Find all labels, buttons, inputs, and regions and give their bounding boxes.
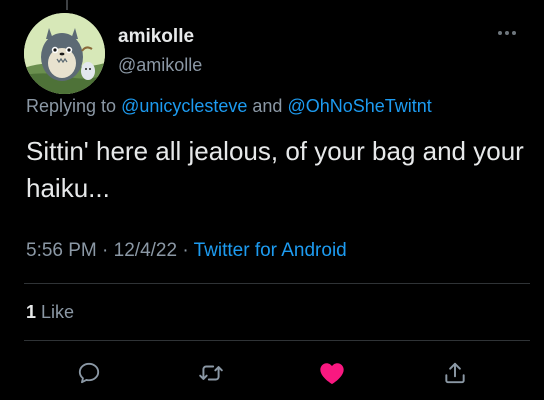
like-button[interactable] [315,356,349,390]
meta-separator: · [177,240,194,261]
like-count-link[interactable]: 1 Like [26,302,74,323]
tweet-time[interactable]: 5:56 PM [26,240,97,261]
retweet-button[interactable] [194,356,228,390]
thread-connector-line [66,0,68,10]
tweet-source-link[interactable]: Twitter for Android [194,240,347,261]
replying-to-line: Replying to @unicyclesteve and @OhNoSheT… [26,96,432,117]
tweet-metadata: 5:56 PM · 12/4/22 · Twitter for Android [26,240,347,262]
divider [24,283,530,284]
like-label: Like [36,302,75,322]
divider [24,340,530,341]
share-upload-icon [445,362,465,384]
mention-link-ohnoshetwitnt[interactable]: @OhNoSheTwitnt [287,96,431,116]
tweet-date[interactable]: 12/4/22 [114,240,177,261]
user-handle[interactable]: @amikolle [118,55,202,76]
mention-link-unicyclesteve[interactable]: @unicyclesteve [121,96,247,116]
reply-bubble-icon [78,362,100,384]
display-name[interactable]: amikolle [118,26,194,48]
like-count: 1 [26,302,37,322]
heart-filled-icon [320,363,344,385]
avatar-image [24,13,105,94]
replying-joiner: and [247,96,288,116]
more-options-icon[interactable] [493,24,521,42]
avatar[interactable] [24,13,105,94]
reply-button[interactable] [72,356,106,390]
share-button[interactable] [438,356,472,390]
meta-separator: · [96,240,114,261]
replying-to-label: Replying to [26,96,122,116]
retweet-arrows-icon [199,365,223,381]
tweet-text: Sittin' here all jealous, of your bag an… [26,136,524,203]
